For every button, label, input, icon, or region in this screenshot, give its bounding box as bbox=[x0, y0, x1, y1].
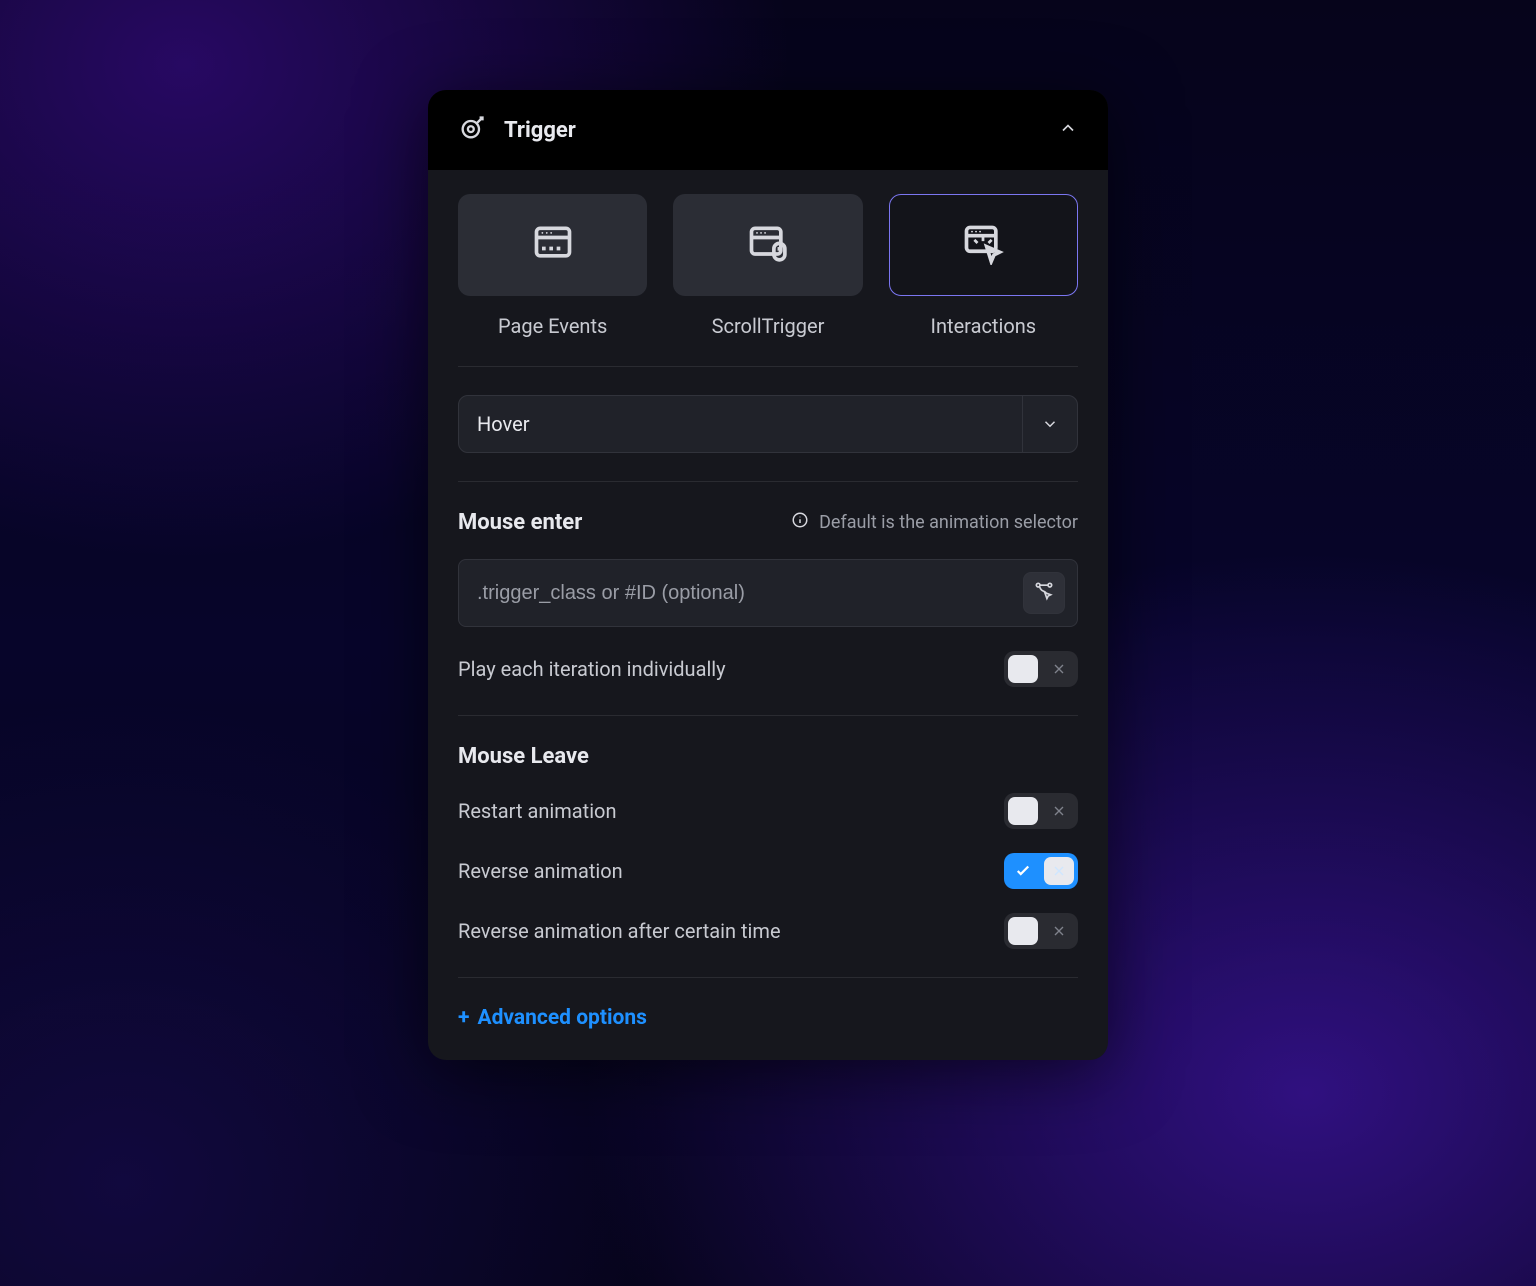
advanced-options-link[interactable]: + Advanced options bbox=[458, 1006, 1078, 1030]
interaction-select[interactable]: Hover bbox=[458, 395, 1078, 453]
tab-page-events[interactable]: Page Events bbox=[458, 194, 647, 338]
node-path-icon bbox=[1034, 581, 1054, 605]
trigger-panel: Trigger bbox=[428, 90, 1108, 1060]
toggle-restart-animation[interactable] bbox=[1004, 793, 1078, 829]
divider bbox=[458, 715, 1078, 716]
panel-title: Trigger bbox=[504, 118, 576, 143]
x-icon bbox=[1044, 655, 1074, 683]
toggle-play-each-iteration[interactable] bbox=[1004, 651, 1078, 687]
mouse-enter-hint-text: Default is the animation selector bbox=[819, 512, 1078, 533]
toggle-reverse-after-time[interactable] bbox=[1004, 913, 1078, 949]
divider bbox=[458, 366, 1078, 367]
target-icon bbox=[458, 114, 486, 146]
toggle-reverse-animation[interactable] bbox=[1004, 853, 1078, 889]
scroll-icon bbox=[746, 221, 790, 269]
cursor-click-icon bbox=[961, 221, 1005, 269]
panel-header[interactable]: Trigger bbox=[428, 90, 1108, 170]
interaction-select-value: Hover bbox=[459, 396, 1022, 452]
tab-card-page-events[interactable] bbox=[458, 194, 647, 296]
tab-label-interactions: Interactions bbox=[889, 314, 1078, 338]
chevron-down-icon[interactable] bbox=[1022, 396, 1077, 452]
opt-play-each-iteration: Play each iteration individually bbox=[458, 651, 1078, 687]
trigger-tabs: Page Events bbox=[458, 194, 1078, 338]
info-icon bbox=[791, 511, 809, 534]
mouse-enter-heading: Mouse enter bbox=[458, 510, 582, 535]
toggle-knob bbox=[1008, 917, 1038, 945]
tab-label-scroll-trigger: ScrollTrigger bbox=[673, 314, 862, 338]
x-icon bbox=[1044, 917, 1074, 945]
opt-reverse-after-time: Reverse animation after certain time bbox=[458, 913, 1078, 949]
selector-input[interactable] bbox=[475, 581, 1013, 606]
divider bbox=[458, 481, 1078, 482]
mouse-leave-heading: Mouse Leave bbox=[458, 744, 1078, 769]
opt-label: Reverse animation after certain time bbox=[458, 919, 781, 943]
mouse-enter-section: Mouse enter Default is the animation sel… bbox=[458, 510, 1078, 687]
opt-restart-animation: Restart animation bbox=[458, 793, 1078, 829]
panel-body: Page Events bbox=[428, 170, 1108, 1060]
mouse-leave-section: Mouse Leave Restart animation Reverse an… bbox=[458, 744, 1078, 949]
plus-icon: + bbox=[458, 1006, 469, 1030]
opt-label: Restart animation bbox=[458, 799, 617, 823]
selector-input-wrap bbox=[458, 559, 1078, 627]
opt-label: Play each iteration individually bbox=[458, 657, 726, 681]
tab-interactions[interactable]: Interactions bbox=[889, 194, 1078, 338]
pick-selector-button[interactable] bbox=[1023, 572, 1065, 614]
tab-card-scroll-trigger[interactable] bbox=[673, 194, 862, 296]
chevron-up-icon[interactable] bbox=[1058, 118, 1078, 142]
tab-scroll-trigger[interactable]: ScrollTrigger bbox=[673, 194, 862, 338]
opt-label: Reverse animation bbox=[458, 859, 623, 883]
divider bbox=[458, 977, 1078, 978]
browser-icon bbox=[531, 221, 575, 269]
mouse-enter-hint: Default is the animation selector bbox=[791, 511, 1078, 534]
toggle-knob bbox=[1008, 797, 1038, 825]
check-icon bbox=[1008, 857, 1038, 885]
opt-reverse-animation: Reverse animation bbox=[458, 853, 1078, 889]
x-icon bbox=[1044, 857, 1074, 885]
x-icon bbox=[1044, 797, 1074, 825]
advanced-options-label: Advanced options bbox=[477, 1006, 647, 1030]
toggle-knob bbox=[1008, 655, 1038, 683]
tab-label-page-events: Page Events bbox=[458, 314, 647, 338]
tab-card-interactions[interactable] bbox=[889, 194, 1078, 296]
